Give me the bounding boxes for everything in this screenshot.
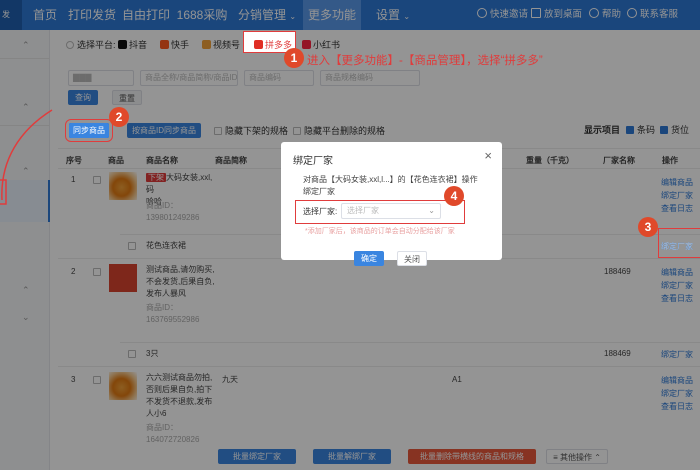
dialog-hint: *添加厂家后，该商品的订单会自动分配给该厂家 [305, 228, 455, 235]
step-badge-1: 1 [284, 48, 304, 68]
dialog-title: 绑定厂家 [293, 156, 333, 167]
step-badge-3: 3 [638, 217, 658, 237]
step-1-instruction: 进入【更多功能】-【商品管理】，选择“拼多多” [307, 55, 543, 67]
sync-products-button-highlight[interactable]: 同步商品 [65, 119, 113, 142]
step-badge-4: 4 [444, 186, 464, 206]
close-icon[interactable]: × [484, 148, 492, 163]
factory-field-label: 选择厂家: [303, 207, 338, 216]
close-button[interactable]: 关闭 [397, 251, 427, 266]
factory-select[interactable]: 选择厂家 ⌄ [341, 203, 441, 219]
pinduoduo-icon [254, 40, 263, 49]
annotation-arrow [0, 109, 53, 205]
row1-sku-bind-factory-highlight[interactable]: 绑定厂家 [661, 240, 693, 253]
factory-select-placeholder: 选择厂家 [347, 206, 379, 215]
confirm-button[interactable]: 确定 [354, 251, 384, 266]
chevron-down-icon: ⌄ [428, 206, 435, 215]
step-badge-2: 2 [109, 107, 129, 127]
bind-factory-dialog: 绑定厂家 × 对商品【大码女装,xxl,l...】的【花色连衣裙】操作绑定厂家 … [281, 142, 502, 266]
